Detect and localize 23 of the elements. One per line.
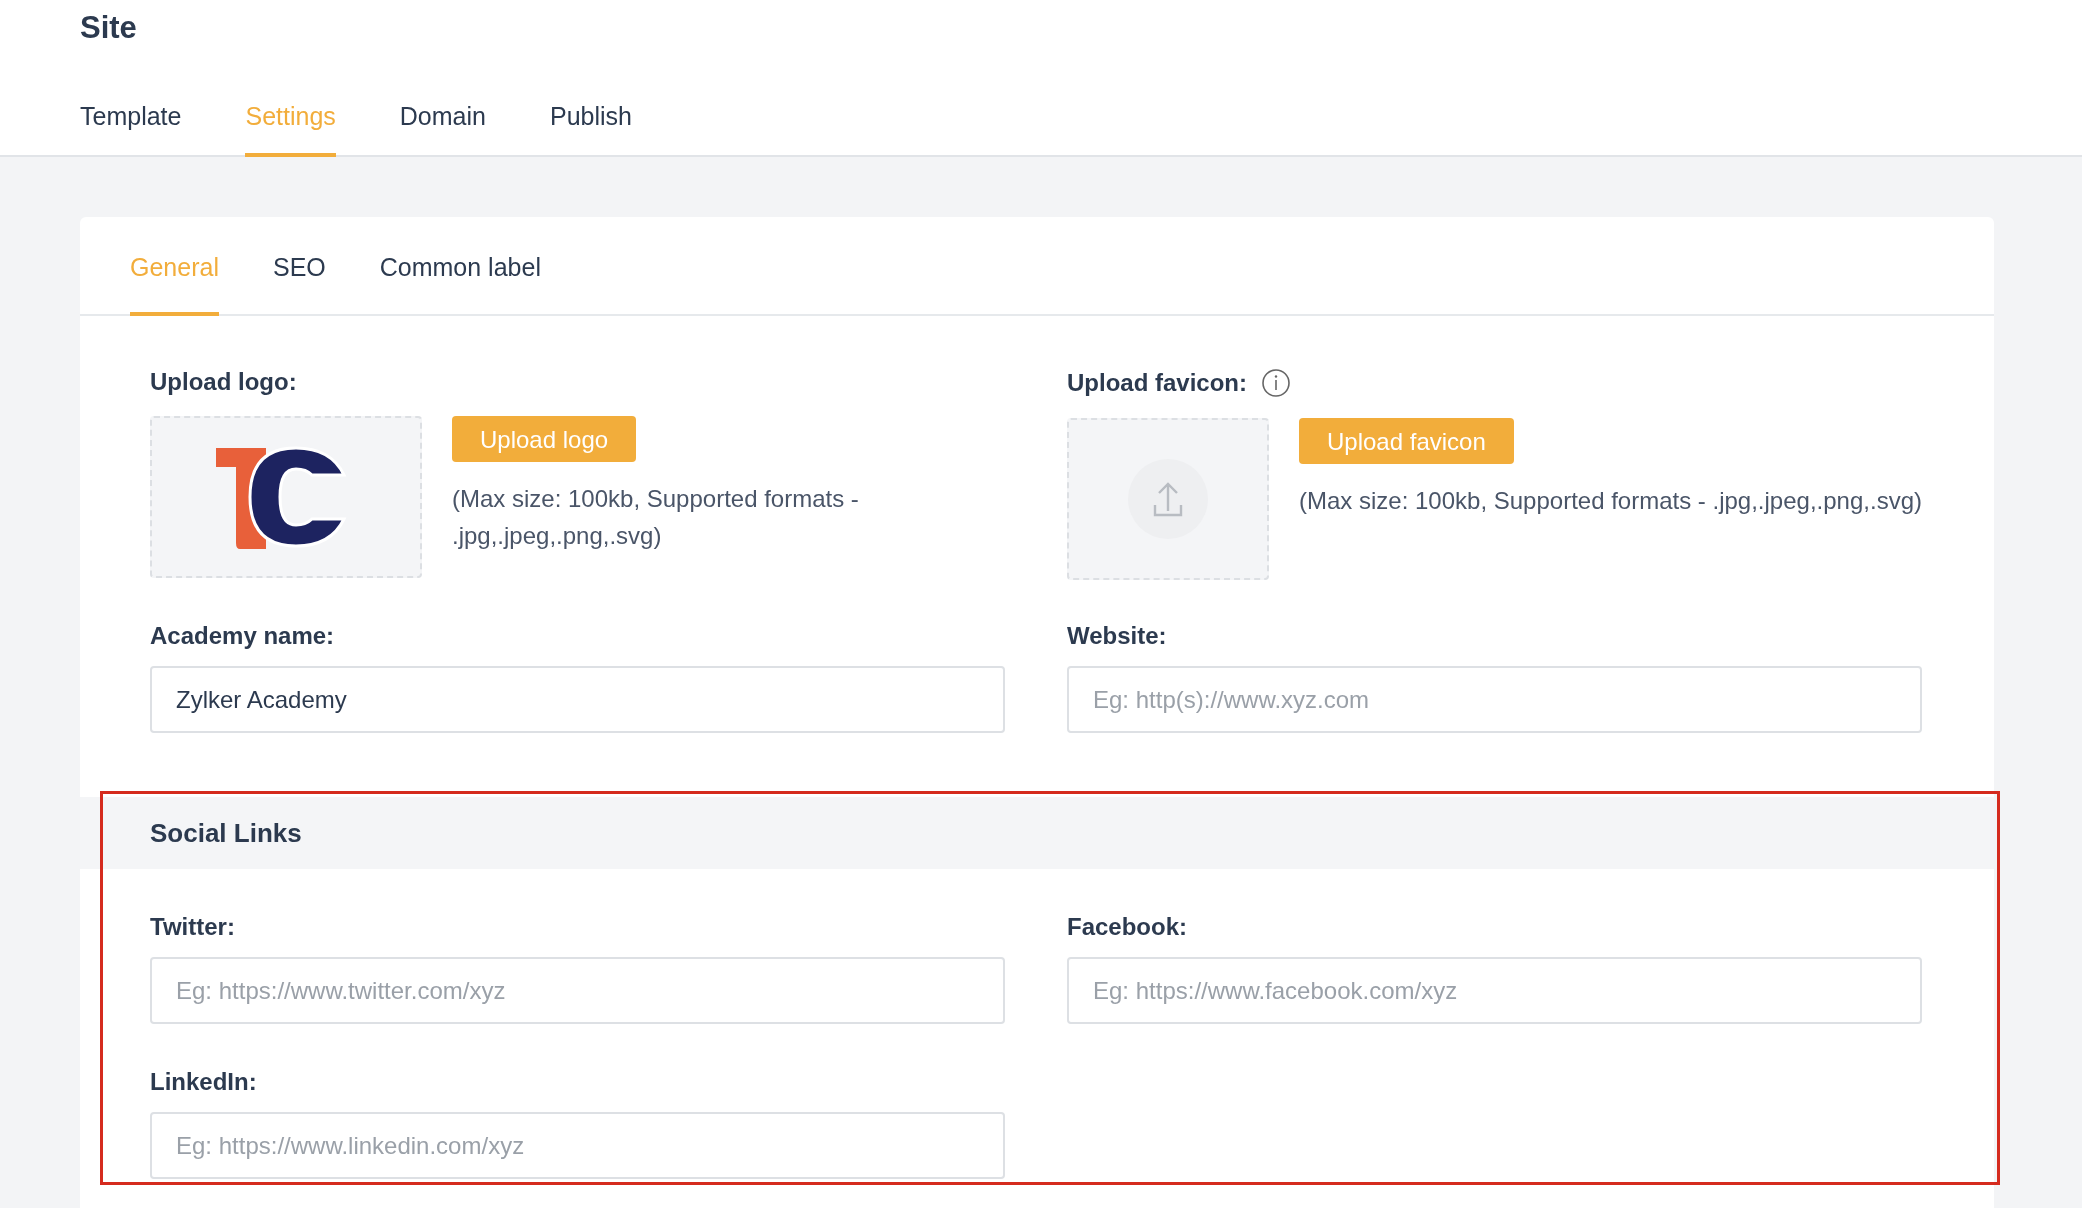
text-field[interactable]: Eg: https://www.twitter.com/xyz xyxy=(150,957,1005,1024)
field-label: Upload favicon: xyxy=(1067,369,1247,397)
section-title: Social Links xyxy=(150,817,302,849)
upload-icon xyxy=(1128,459,1208,539)
field-label: Academy name: xyxy=(150,622,335,650)
text-field[interactable]: Eg: https://www.facebook.com/xyz xyxy=(1067,957,1922,1024)
nav-tab[interactable]: Domain xyxy=(399,60,486,157)
favicon-dropzone[interactable] xyxy=(1067,418,1269,580)
text-field[interactable]: Zylker Academy xyxy=(150,666,1005,733)
nav-tab[interactable]: Template xyxy=(80,60,182,157)
field-label: LinkedIn: xyxy=(150,1068,257,1096)
field-label: Upload logo: xyxy=(150,368,297,396)
text-field[interactable]: Eg: https://www.linkedin.com/xyz xyxy=(150,1112,1005,1179)
format-note: (Max size: 100kb, Supported formats - .jpg,.jpeg,.png,.svg) xyxy=(1299,486,1922,516)
text-field[interactable]: Eg: http(s)://www.xyz.com xyxy=(1067,666,1922,733)
sub-tab[interactable]: SEO xyxy=(272,217,326,316)
field-label: Facebook: xyxy=(1067,913,1188,941)
field-label: Website: xyxy=(1067,622,1167,650)
format-note: (Max size: 100kb, Supported formats - .jpg,.jpeg,.png,.svg) xyxy=(452,484,860,551)
page-title: Site xyxy=(80,9,138,47)
sub-tab[interactable]: Common label xyxy=(379,217,541,316)
field-label: Twitter: xyxy=(150,913,235,941)
nav-tab[interactable]: Publish xyxy=(549,60,632,157)
